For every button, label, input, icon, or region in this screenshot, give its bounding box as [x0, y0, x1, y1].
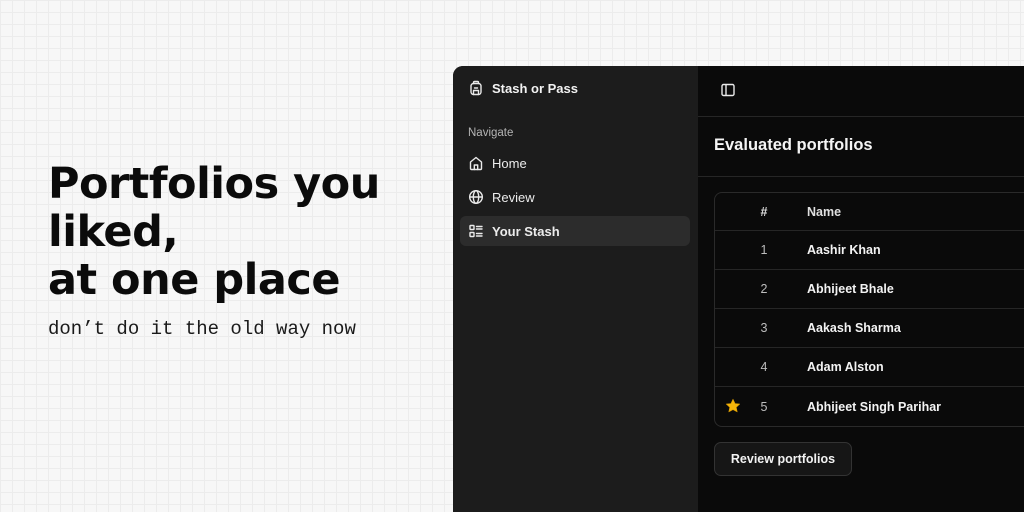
brand[interactable]: Stash or Pass	[468, 78, 578, 98]
hero-title-line: at one place	[48, 255, 341, 305]
review-portfolios-button[interactable]: Review portfolios	[714, 442, 852, 476]
row-number: 2	[760, 282, 768, 296]
globe-icon	[468, 189, 484, 205]
brand-name: Stash or Pass	[492, 80, 578, 96]
column-header-number: #	[760, 204, 768, 219]
sidebar-item-label: Review	[492, 189, 535, 205]
table-header-row: # Name	[715, 193, 1024, 231]
table-row[interactable]: 4 Adam Alston	[715, 348, 1024, 387]
hero-title: Portfolios you liked, at one place	[48, 160, 428, 304]
row-number: 1	[760, 243, 768, 257]
sidebar-item-your-stash[interactable]: Your Stash	[460, 216, 690, 246]
table-row[interactable]: 2 Abhijeet Bhale	[715, 270, 1024, 309]
sidebar-item-label: Home	[492, 155, 527, 171]
hero-subtitle: don’t do it the old way now	[48, 318, 356, 340]
row-name: Adam Alston	[807, 360, 884, 374]
row-number: 3	[760, 321, 768, 335]
nav-heading: Navigate	[468, 127, 514, 139]
list-icon	[468, 223, 484, 239]
app-window: Stash or Pass Navigate Home Review Your …	[453, 66, 1024, 512]
sidebar-nav: Home Review Your Stash	[460, 148, 690, 250]
page-title: Evaluated portfolios	[714, 136, 873, 154]
row-name: Abhijeet Bhale	[807, 282, 894, 296]
row-name: Aashir Khan	[807, 243, 881, 257]
sidebar-item-home[interactable]: Home	[460, 148, 690, 178]
row-number: 4	[760, 360, 768, 374]
table-row[interactable]: 1 Aashir Khan	[715, 231, 1024, 270]
sidebar: Stash or Pass Navigate Home Review Your …	[453, 66, 698, 512]
table-row[interactable]: 3 Aakash Sharma	[715, 309, 1024, 348]
hero-section: Portfolios you liked, at one place don’t…	[48, 160, 428, 340]
hero-title-line: Portfolios you	[48, 159, 380, 209]
row-name: Aakash Sharma	[807, 321, 901, 335]
sidebar-item-label: Your Stash	[492, 223, 560, 239]
column-header-name: Name	[807, 204, 842, 219]
backpack-icon	[468, 80, 484, 96]
row-number: 5	[760, 399, 768, 414]
sidebar-toggle-icon[interactable]	[720, 82, 736, 98]
top-bar	[698, 66, 1024, 117]
main-content: Evaluated portfolios # Name 1 Aashir Kha…	[698, 66, 1024, 512]
star-icon[interactable]	[725, 398, 741, 414]
divider	[698, 176, 1024, 177]
portfolios-table: # Name 1 Aashir Khan 2 Abhijeet Bhale 3 …	[714, 192, 1024, 427]
sidebar-item-review[interactable]: Review	[460, 182, 690, 212]
row-name: Abhijeet Singh Parihar	[807, 399, 942, 414]
hero-title-line: liked,	[48, 207, 179, 257]
table-row[interactable]: 5 Abhijeet Singh Parihar	[715, 387, 1024, 426]
home-icon	[468, 155, 484, 171]
